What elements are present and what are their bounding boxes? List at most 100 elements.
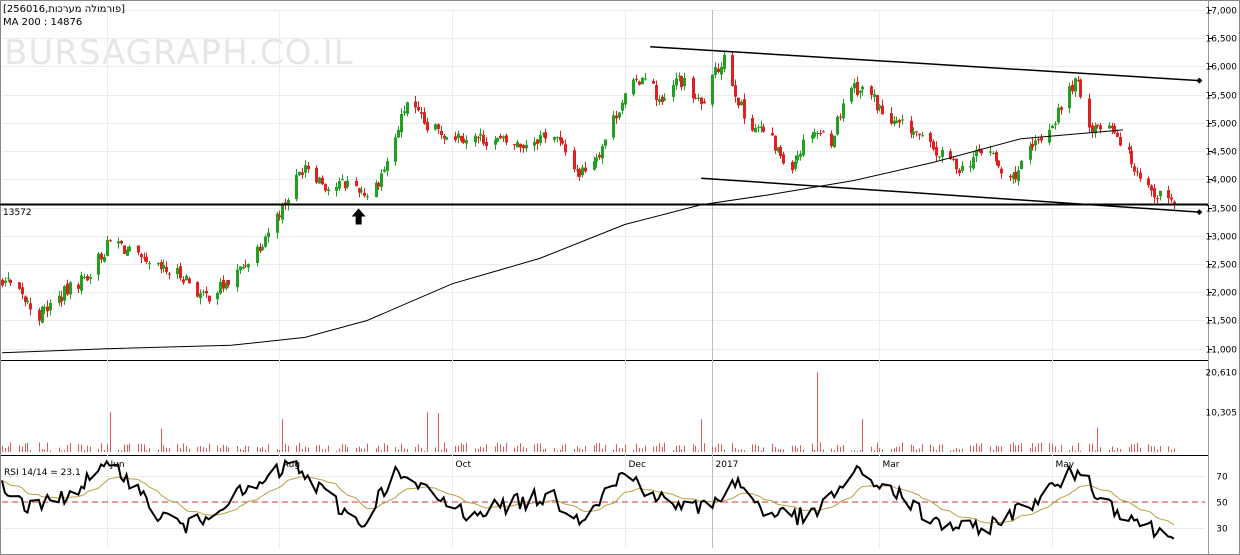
candle-down bbox=[423, 112, 426, 124]
candle-down bbox=[1000, 168, 1003, 174]
candle-up bbox=[850, 87, 853, 102]
candle-down bbox=[1139, 172, 1142, 179]
candle-down bbox=[890, 113, 893, 124]
candle-up bbox=[261, 246, 264, 250]
candle-down bbox=[615, 115, 618, 119]
candle-down bbox=[426, 121, 429, 131]
candle-up bbox=[697, 97, 700, 99]
price-tick-label: 12,500 bbox=[1206, 261, 1238, 271]
candle-up bbox=[644, 78, 647, 80]
candle-down bbox=[791, 162, 794, 171]
candle-down bbox=[208, 295, 211, 302]
candle-up bbox=[621, 102, 624, 111]
candle-up bbox=[1029, 145, 1032, 160]
candle-up bbox=[397, 129, 400, 138]
candle-up bbox=[304, 165, 307, 173]
stock-chart: BURSAGRAPH.CO.IL 11,00011,50012,00012,50… bbox=[0, 0, 1240, 555]
candle-down bbox=[1170, 197, 1173, 200]
candle-down bbox=[915, 131, 918, 133]
candle-up bbox=[128, 246, 131, 252]
candle-up bbox=[318, 177, 321, 184]
candle-down bbox=[414, 101, 417, 108]
candle-up bbox=[176, 268, 179, 275]
candle-up bbox=[861, 86, 864, 90]
candle-down bbox=[819, 133, 822, 135]
candle-up bbox=[723, 54, 726, 70]
candle-up bbox=[185, 275, 188, 281]
candle-up bbox=[972, 157, 975, 169]
candle-down bbox=[437, 124, 440, 129]
candle-down bbox=[145, 256, 148, 262]
candle-up bbox=[612, 115, 615, 138]
candle-down bbox=[1040, 137, 1043, 141]
candle-down bbox=[1173, 201, 1176, 204]
price-tick-label: 16,500 bbox=[1206, 35, 1238, 45]
candle-down bbox=[499, 135, 502, 139]
candle-up bbox=[360, 190, 363, 192]
candle-down bbox=[1119, 136, 1122, 146]
candle-down bbox=[822, 131, 825, 133]
candle-up bbox=[1068, 86, 1071, 109]
ma-label: MA 200 : 14876 bbox=[3, 17, 82, 28]
candle-down bbox=[980, 150, 983, 154]
candle-down bbox=[1031, 143, 1034, 148]
candle-down bbox=[830, 133, 833, 147]
candle-down bbox=[700, 97, 703, 104]
candle-down bbox=[66, 283, 69, 295]
candle-down bbox=[363, 192, 366, 196]
candle-up bbox=[366, 196, 369, 198]
candle-up bbox=[281, 203, 284, 220]
candle-up bbox=[757, 127, 760, 129]
support-label: 13572 bbox=[3, 208, 32, 218]
candle-up bbox=[219, 281, 222, 294]
candle-down bbox=[1147, 178, 1150, 186]
candle-up bbox=[295, 174, 298, 200]
candle-down bbox=[774, 135, 777, 151]
candle-down bbox=[1, 279, 4, 286]
candle-down bbox=[307, 165, 310, 170]
candle-up bbox=[740, 101, 743, 106]
candle-down bbox=[1116, 132, 1119, 137]
candle-up bbox=[386, 161, 389, 171]
candle-up bbox=[802, 139, 805, 156]
candle-down bbox=[179, 266, 182, 279]
candle-down bbox=[1088, 98, 1091, 128]
candle-down bbox=[782, 154, 785, 164]
candle-up bbox=[465, 140, 468, 144]
candle-down bbox=[440, 130, 443, 136]
candle-up bbox=[69, 282, 72, 295]
candle-down bbox=[573, 150, 576, 170]
candle-up bbox=[556, 137, 559, 139]
candle-up bbox=[247, 263, 250, 268]
candle-up bbox=[1108, 125, 1111, 129]
candle-down bbox=[205, 290, 208, 294]
candle-up bbox=[298, 171, 301, 176]
candle-down bbox=[1071, 84, 1074, 92]
price-tick-label: 14,500 bbox=[1206, 148, 1238, 158]
candle-up bbox=[479, 133, 482, 136]
candle-up bbox=[162, 264, 165, 269]
rsi-label: RSI 14/14 = 23.1 bbox=[4, 468, 81, 478]
candle-up bbox=[1074, 78, 1077, 92]
candle-up bbox=[799, 153, 802, 157]
candle-down bbox=[703, 101, 706, 104]
candle-up bbox=[341, 179, 344, 181]
candle-up bbox=[394, 137, 397, 162]
candle-down bbox=[140, 254, 143, 258]
candle-down bbox=[692, 77, 695, 99]
candle-up bbox=[833, 135, 836, 148]
candle-up bbox=[380, 173, 383, 188]
candle-up bbox=[445, 137, 448, 140]
candle-down bbox=[997, 160, 1000, 167]
candle-down bbox=[454, 136, 457, 140]
candle-up bbox=[80, 275, 83, 291]
candle-up bbox=[63, 286, 66, 301]
candle-down bbox=[109, 240, 112, 242]
candle-up bbox=[157, 263, 160, 265]
candle-down bbox=[932, 141, 935, 150]
candle-up bbox=[859, 90, 862, 93]
candle-down bbox=[9, 279, 12, 284]
candle-down bbox=[120, 240, 123, 244]
candle-up bbox=[1017, 170, 1020, 182]
candle-down bbox=[29, 303, 32, 310]
